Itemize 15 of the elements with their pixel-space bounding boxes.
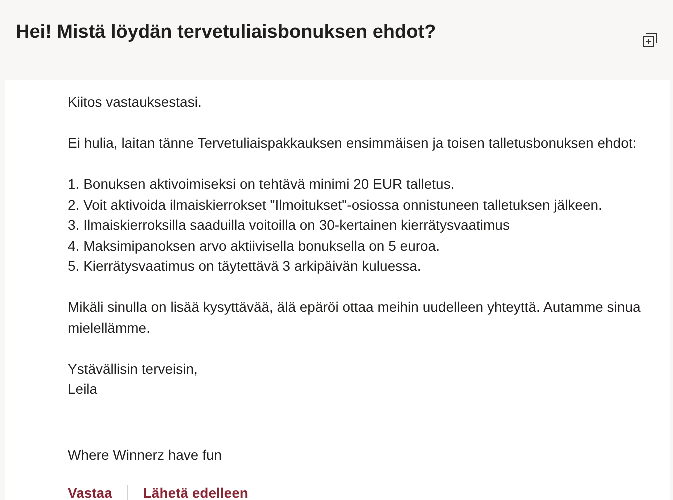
list-item: 1. Bonuksen aktivoimiseksi on tehtävä minimi 20 EUR talletus. <box>68 175 456 194</box>
list-item: 4. Maksimipanoksen arvo aktiivisella bonuksella on 5 euroa. <box>68 236 441 256</box>
message-title: Hei! Mistä löydän tervetuliaisbonuksen ehdot? <box>16 21 436 45</box>
message-paragraph: Mikäli sinulla on lisää kysyttävää, älä epäröi ottaa meihin uudelleen yhteyttä. Autamme sinua mielellämme. <box>68 298 642 338</box>
message-paragraph: Ei hulia, laitan tänne Tervetuliaispakkauksen ensimmäisen ja toisen talletusbonuksen ehdot: <box>68 134 638 153</box>
message-paragraph: Kiitos vastauksestasi. <box>68 93 203 112</box>
signature-line: Leila <box>68 380 99 399</box>
list-item: 3. Ilmaiskierroksilla saaduilla voitoilla on 30-kertainen kierrätysvaatimus <box>68 216 511 235</box>
reply-link[interactable]: Vastaa <box>68 483 112 500</box>
footer-text: Where Winnerz have fun <box>68 446 224 464</box>
list-item: 5. Kierrätysvaatimus on täytettävä 3 arkipäivän kuluessa. <box>68 257 422 276</box>
forward-link[interactable]: Lähetä edelleen <box>143 483 248 500</box>
signature-line: Ystävällisin terveisin, <box>68 360 199 378</box>
list-item: 2. Voit aktivoida ilmaiskierrokset "Ilmoitukset"-osiossa onnistuneen talletuksen jälkeen. <box>68 196 604 215</box>
expand-icon[interactable] <box>643 33 657 47</box>
